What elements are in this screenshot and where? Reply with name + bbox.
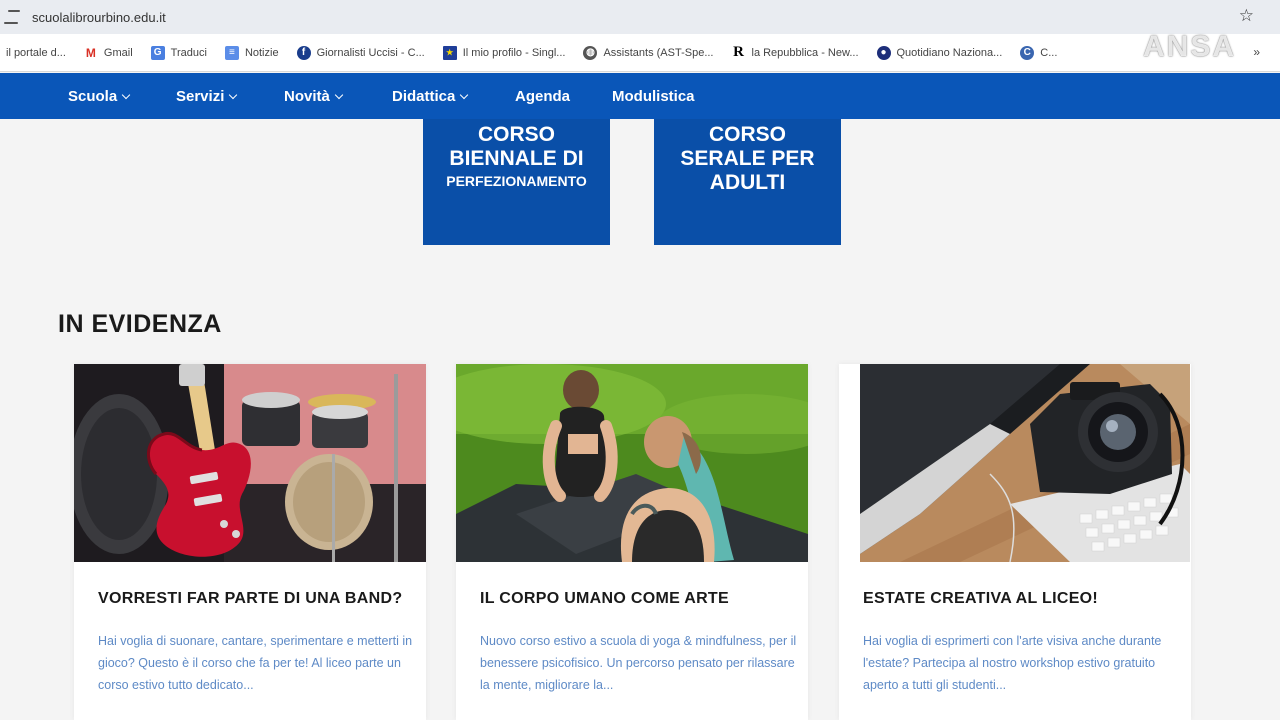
chevron-down-icon (121, 90, 131, 99)
nav-label: Servizi (176, 88, 225, 105)
bookmark-label: Il mio profilo - Singl... (462, 46, 566, 59)
nav-item-didattica[interactable]: Didattica (392, 88, 469, 105)
card-title[interactable]: IL CORPO UMANO COME ARTE (480, 590, 729, 608)
site-icon: C (1020, 45, 1035, 60)
tile-line: ADULTI (709, 171, 786, 194)
bookmark-label: C... (1040, 46, 1058, 59)
nav-label: Agenda (515, 88, 571, 105)
tile-line: CORSO (708, 123, 786, 146)
bookmark-item-repubblica[interactable]: R la Repubblica - New... (732, 44, 859, 60)
chevron-down-icon (334, 90, 344, 99)
tile-line: BIENNALE DI (449, 147, 584, 170)
bookmark-star-icon[interactable]: ☆ (1239, 6, 1254, 26)
bookmark-item-news[interactable]: ≡ Notizie (224, 45, 279, 60)
bookmarks-more-icon[interactable]: » (1253, 45, 1260, 59)
card-description: Nuovo corso estivo a scuola di yoga & mi… (480, 634, 797, 692)
url-text[interactable]: scuolalibrourbino.edu.it (32, 10, 166, 25)
bookmark-item-translate[interactable]: G Traduci (150, 45, 207, 60)
translate-icon: G (150, 45, 165, 60)
bookmark-item[interactable]: il portale d... (6, 47, 66, 59)
chevron-down-icon (460, 90, 469, 99)
bookmark-label: Traduci (170, 46, 207, 59)
bookmarks-bar: il portale d... M Gmail G Traduci ≡ Noti… (0, 34, 1280, 72)
gmail-icon: M (83, 45, 98, 60)
repubblica-icon: R (733, 44, 744, 60)
site-info-icon[interactable] (4, 10, 22, 24)
card-title[interactable]: VORRESTI FAR PARTE DI UNA BAND? (98, 590, 402, 608)
nav-label: Didattica (392, 88, 456, 105)
card-image-camera (860, 364, 1190, 562)
address-bar[interactable]: scuolalibrourbino.edu.it ☆ (0, 0, 1280, 34)
card-yoga[interactable]: IL CORPO UMANO COME ARTE Nuovo corso est… (456, 364, 808, 720)
bookmark-label: Assistants (AST-Spe... (603, 46, 714, 59)
card-description: Hai voglia di suonare, cantare, sperimen… (98, 634, 413, 692)
site-icon: f (296, 45, 311, 60)
tile-line: CORSO (477, 123, 555, 146)
bookmark-item[interactable]: ● Quotidiano Naziona... (876, 45, 1003, 60)
card-description: Hai voglia di esprimerti con l'arte visi… (863, 634, 1162, 692)
bookmark-label: Giornalisti Uccisi - C... (316, 46, 425, 59)
tile-corso-biennale[interactable]: CORSO BIENNALE DI PERFEZIONAMENTO (423, 119, 610, 245)
tile-line: PERFEZIONAMENTO (446, 173, 587, 189)
news-icon: ≡ (224, 45, 239, 60)
card-estate-creativa[interactable]: ESTATE CREATIVA AL LICEO! Hai voglia di … (839, 364, 1191, 720)
nav-label: Scuola (68, 88, 118, 105)
bookmark-label: il portale d... (6, 46, 66, 59)
nav-item-scuola[interactable]: Scuola (68, 88, 131, 105)
site-icon: ● (876, 45, 891, 60)
tile-corso-serale[interactable]: CORSO SERALE PER ADULTI (654, 119, 841, 245)
bookmark-label: la Repubblica - New... (751, 46, 859, 59)
tile-line: SERALE PER (680, 147, 815, 170)
nav-item-agenda[interactable]: Agenda (515, 88, 570, 105)
site-navigation: Scuola Servizi Novità Didattica Agenda M… (0, 73, 1280, 119)
bookmark-item-gmail[interactable]: M Gmail (83, 45, 133, 60)
nav-label: Modulistica (612, 88, 695, 105)
nav-item-modulistica[interactable]: Modulistica (612, 88, 695, 105)
bookmark-item[interactable]: ◍ Assistants (AST-Spe... (583, 45, 714, 60)
nav-item-servizi[interactable]: Servizi (176, 88, 238, 105)
globe-icon: ◍ (583, 45, 598, 60)
bookmark-item[interactable]: C C... (1020, 45, 1058, 60)
ansa-watermark: ANSA (1142, 30, 1236, 63)
nav-item-novita[interactable]: Novità (284, 88, 344, 105)
bookmark-item[interactable]: ★ Il mio profilo - Singl... (442, 45, 566, 60)
bookmark-item[interactable]: f Giornalisti Uccisi - C... (296, 45, 425, 60)
section-title: IN EVIDENZA (58, 310, 222, 338)
bookmark-label: Gmail (103, 46, 133, 59)
chevron-down-icon (229, 90, 238, 99)
bookmark-label: Notizie (244, 46, 279, 59)
card-image-band (74, 364, 426, 562)
bookmark-label: Quotidiano Naziona... (896, 46, 1003, 59)
card-band[interactable]: VORRESTI FAR PARTE DI UNA BAND? Hai vogl… (74, 364, 426, 720)
eu-flag-icon: ★ (442, 45, 457, 60)
card-title[interactable]: ESTATE CREATIVA AL LICEO! (863, 590, 1098, 608)
card-image-yoga (456, 364, 808, 562)
nav-label: Novità (284, 88, 330, 105)
